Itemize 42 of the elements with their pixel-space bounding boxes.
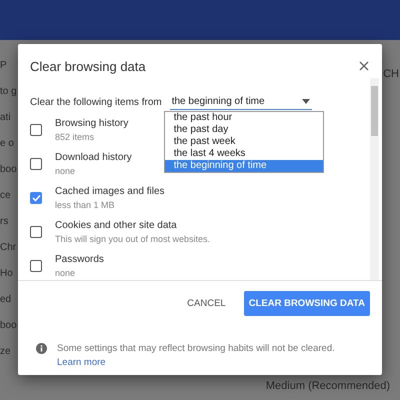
time-range-dropdown[interactable]: the beginning of time	[170, 94, 312, 110]
setting-text: CH	[383, 68, 399, 80]
checkbox[interactable]	[30, 192, 42, 204]
item-detail: less than 1 MB	[55, 200, 116, 210]
setting-text: boo	[0, 164, 17, 176]
scrollbar[interactable]	[370, 78, 379, 280]
dialog-title: Clear browsing data	[30, 58, 146, 74]
cancel-button[interactable]: CANCEL	[181, 292, 232, 315]
item-detail: none	[55, 268, 76, 278]
clear-data-button[interactable]: CLEAR BROWSING DATA	[244, 291, 370, 316]
item-detail: This will sign you out of most websites.	[55, 234, 210, 244]
close-button[interactable]	[358, 60, 370, 72]
item-label: Cached images and files	[55, 186, 165, 197]
close-icon	[358, 60, 370, 72]
info-icon	[36, 343, 47, 354]
setting-text: P	[0, 60, 8, 72]
item-label: Download history	[55, 152, 132, 163]
setting-text: ze	[0, 346, 12, 358]
dropdown-option[interactable]: the beginning of time	[164, 160, 323, 172]
setting-text: boo	[0, 320, 17, 332]
setting-value: Medium (Recommended)	[266, 380, 390, 392]
item-label: Browsing history	[55, 118, 128, 129]
info-note: Some settings that may reflect browsing habits will not be cleared. Learn more	[57, 342, 336, 370]
checkbox[interactable]	[30, 158, 42, 170]
caret-icon	[302, 99, 310, 104]
setting-text: Ho	[0, 268, 14, 280]
checkbox[interactable]	[30, 226, 42, 238]
setting-text: Chr	[0, 242, 17, 254]
checkbox[interactable]	[30, 260, 42, 272]
item-detail: none	[55, 166, 76, 176]
checkbox[interactable]	[30, 124, 42, 136]
learn-more-link[interactable]: Learn more	[57, 357, 106, 368]
range-label: Clear the following items from	[30, 96, 162, 108]
setting-text: ce	[0, 190, 12, 202]
setting-text: e o	[0, 138, 15, 150]
item-detail: 852 items	[55, 132, 96, 142]
item-label: Passwords	[55, 254, 104, 265]
setting-text: ati	[0, 112, 12, 124]
setting-text: rs	[0, 216, 10, 228]
setting-text: to g	[0, 86, 17, 98]
item-label: Cookies and other site data	[55, 220, 178, 231]
setting-text: ed	[0, 294, 12, 306]
